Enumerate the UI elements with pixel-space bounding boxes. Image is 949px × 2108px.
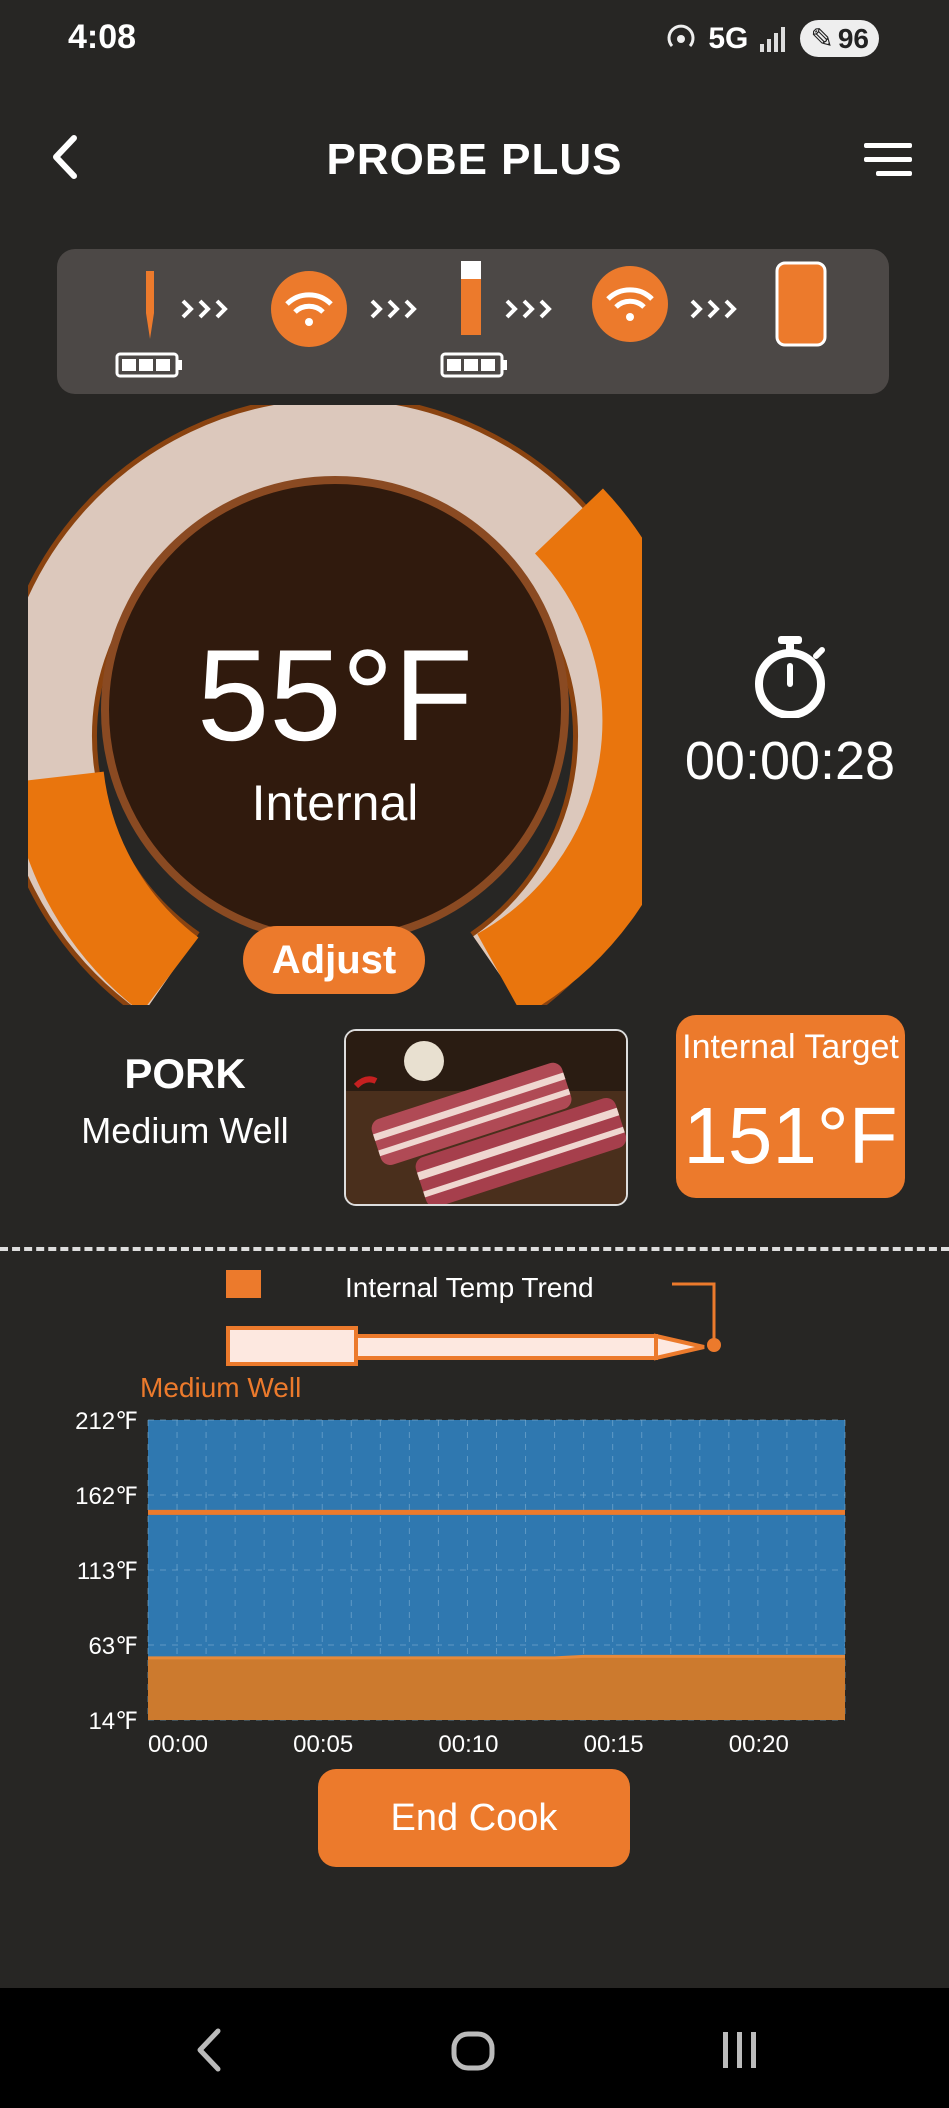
y-tick-label: 14℉: [88, 1708, 138, 1735]
x-tick-label: 00:10: [438, 1731, 498, 1758]
signal-icon: [760, 26, 786, 52]
battery-indicator: ✎ 96: [800, 20, 879, 57]
menu-button[interactable]: [862, 140, 914, 180]
temp-line: [148, 1654, 845, 1660]
nav-home-icon[interactable]: [450, 2028, 496, 2074]
y-tick-label: 63℉: [88, 1633, 138, 1660]
divider: [0, 1247, 949, 1251]
booster-icon: [440, 261, 507, 378]
adjust-button[interactable]: Adjust: [243, 926, 425, 994]
probe-diagram: [226, 1282, 721, 1366]
temperature-label: Internal: [251, 775, 419, 831]
probe-icon: [115, 271, 182, 378]
status-time: 4:08: [68, 18, 137, 56]
battery-level: 96: [837, 22, 869, 54]
nav-recents-icon[interactable]: [720, 2030, 760, 2070]
hotspot-icon: [667, 24, 695, 47]
temp-trend-chart: 14℉ 63℉ 113℉ 162℉ 212℉ 00:00 00:05 00:10 00:15 00…: [75, 1408, 846, 1758]
target-label: Internal Target: [682, 1028, 899, 1066]
status-icons: 5G ✎ 96: [666, 20, 879, 57]
timer-readout: 00:00:28: [684, 731, 896, 791]
leaf-icon: ✎: [810, 23, 834, 54]
y-tick-label: 113℉: [77, 1558, 138, 1585]
chevrons-4: [690, 299, 737, 319]
page-title: PROBE PLUS: [326, 135, 623, 184]
pork-image: [346, 1031, 626, 1204]
x-tick-label: 00:15: [584, 1731, 644, 1758]
meat-type: PORK: [124, 1050, 246, 1097]
nav-back-icon[interactable]: [190, 2025, 230, 2075]
doneness-level: Medium Well: [81, 1110, 289, 1151]
meat-photo[interactable]: [344, 1029, 628, 1206]
target-value: 151°F: [683, 1091, 898, 1180]
phone-icon: [775, 261, 827, 347]
chevrons-1: [181, 299, 228, 319]
x-tick-label: 00:00: [148, 1731, 208, 1758]
wifi-icon: [592, 266, 668, 342]
wifi-icon: [271, 271, 347, 347]
chevrons-2: [370, 299, 417, 319]
current-temperature: 55°F: [197, 622, 473, 768]
y-tick-label: 162℉: [75, 1483, 138, 1510]
temp-area: [148, 1656, 845, 1720]
y-tick-label: 212℉: [75, 1408, 138, 1435]
x-tick-label: 00:20: [729, 1731, 789, 1758]
stopwatch-icon[interactable]: [750, 634, 830, 718]
network-label: 5G: [708, 21, 749, 55]
connection-chain: [115, 261, 827, 378]
chevrons-3: [505, 299, 552, 319]
x-tick-label: 00:05: [293, 1731, 353, 1758]
end-cook-button[interactable]: End Cook: [318, 1769, 630, 1867]
